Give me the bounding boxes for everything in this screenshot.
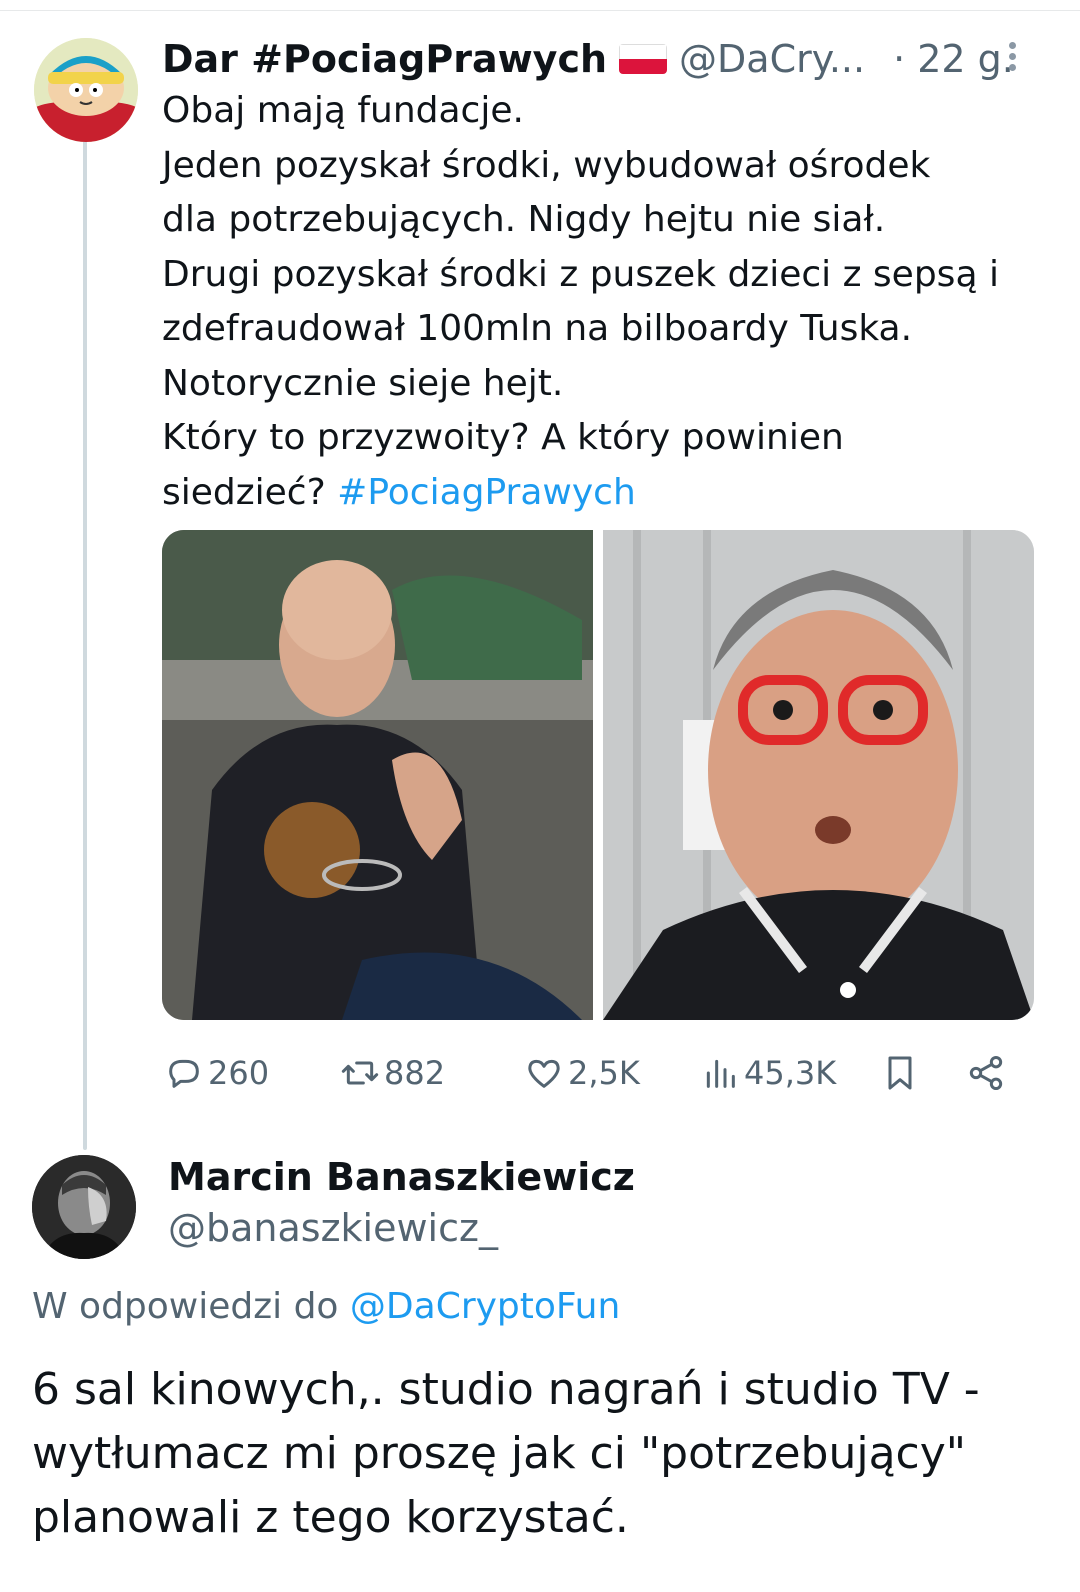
tweet-line-last: siedzieć? #PociagPrawych — [162, 466, 1042, 521]
photo-man-handcuffed-image — [162, 530, 593, 1020]
retweet-count: 882 — [384, 1054, 446, 1092]
author-avatar[interactable] — [34, 38, 138, 142]
author-name[interactable]: Dar #PociagPrawych — [162, 37, 607, 81]
photo-man-red-glasses-image — [603, 530, 1034, 1020]
photo-right[interactable] — [603, 530, 1034, 1020]
views-count: 45,3K — [744, 1054, 837, 1092]
reply-line: 6 sal kinowych,. studio nagrań i studio … — [32, 1364, 980, 1415]
author-handle[interactable]: @DaCry... — [679, 37, 865, 81]
in-reply-prefix: W odpowiedzi do — [32, 1286, 350, 1327]
retweet-button[interactable]: 882 — [340, 1048, 445, 1098]
tweet-line: zdefraudował 100mln na bilboardy Tuska. — [162, 308, 913, 349]
reply-line: wytłumacz mi proszę jak ci "potrzebujący… — [32, 1428, 967, 1479]
mention-link[interactable]: @DaCryptoFun — [350, 1286, 620, 1327]
reply-count: 260 — [208, 1054, 270, 1092]
tweet-actions: 260 882 2,5K 45,3K — [162, 1048, 1042, 1098]
hashtag-link[interactable]: #PociagPrawych — [337, 472, 636, 513]
tweet-text: Obaj mają fundacje. Jeden pozyskał środk… — [162, 84, 1042, 520]
top-divider — [0, 10, 1080, 11]
heart-icon — [528, 1059, 560, 1088]
tweet-timestamp[interactable]: · 22 g. — [893, 37, 1014, 81]
tweet-line-text: siedzieć? — [162, 471, 338, 513]
views-button[interactable]: 45,3K — [700, 1048, 836, 1098]
cartoon-avatar-icon — [34, 38, 138, 142]
poland-flag-icon — [619, 44, 668, 74]
thread-connector-line — [83, 140, 87, 1150]
tweet-header: Dar #PociagPrawych @DaCry... · 22 g. — [162, 34, 1052, 84]
bookmark-icon — [888, 1056, 912, 1090]
photo-left[interactable] — [162, 530, 593, 1020]
reply-text: 6 sal kinowych,. studio nagrań i studio … — [32, 1358, 1052, 1550]
tweet-line: Obaj mają fundacje. — [162, 90, 524, 131]
tweet-line: Jeden pozyskał środki, wybudował ośrodek — [162, 144, 931, 186]
tweet-line: Który to przyzwoity? A który powinien — [162, 417, 844, 458]
reply-author-name[interactable]: Marcin Banaszkiewicz — [168, 1155, 635, 1199]
more-options-icon[interactable] — [1002, 40, 1022, 76]
share-button[interactable] — [966, 1048, 1010, 1098]
reply-author-avatar[interactable] — [32, 1155, 136, 1259]
bookmark-button[interactable] — [880, 1048, 924, 1098]
reply-bubble-icon — [169, 1059, 199, 1088]
retweet-icon — [341, 1061, 379, 1085]
reply-line: planowali z tego korzystać. — [32, 1492, 629, 1543]
reply-button[interactable]: 260 — [164, 1048, 269, 1098]
like-button[interactable]: 2,5K — [524, 1048, 640, 1098]
reply-author-handle[interactable]: @banaszkiewicz_ — [168, 1206, 498, 1250]
in-reply-to: W odpowiedzi do @DaCryptoFun — [32, 1286, 620, 1327]
profile-photo-icon — [32, 1155, 136, 1259]
tweet-line: dla potrzebujących. Nigdy hejtu nie siał… — [162, 199, 886, 240]
tweet-line: Notorycznie sieje hejt. — [162, 362, 564, 404]
share-icon — [969, 1056, 1003, 1090]
tweet-line: Drugi pozyskał środki z puszek dzieci z … — [162, 253, 999, 295]
views-chart-icon — [706, 1059, 735, 1088]
like-count: 2,5K — [568, 1054, 640, 1092]
tweet-media[interactable] — [162, 530, 1034, 1020]
